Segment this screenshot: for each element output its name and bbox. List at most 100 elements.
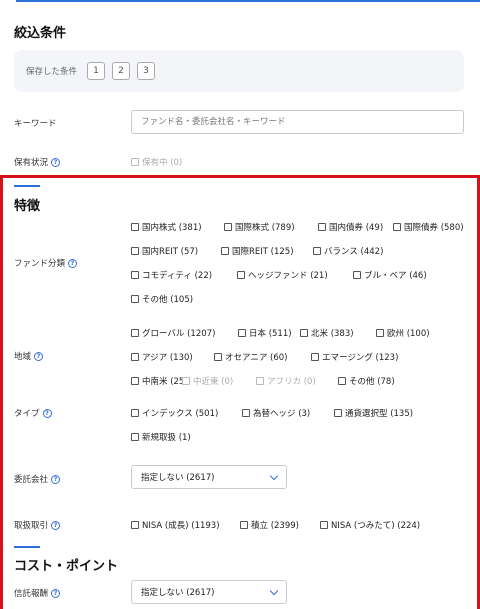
trust-fee-select-value: 指定しない (2617)	[141, 588, 215, 598]
fund-category-checkbox-bull-bear[interactable]: ブル・ベア (46)	[353, 269, 427, 281]
checkbox-box[interactable]	[318, 223, 326, 231]
region-checkbox-japan[interactable]: 日本 (511)	[238, 327, 292, 339]
checkbox-label: コモディティ (22)	[142, 271, 213, 281]
trading-checkbox-nisa-tsumitate[interactable]: NISA (つみたて) (224)	[320, 519, 420, 531]
checkbox-label: 国際株式 (789)	[235, 223, 295, 233]
saved-slot-3-button[interactable]: 3	[137, 62, 155, 80]
checkbox-box[interactable]	[131, 353, 139, 361]
checkbox-label: 国際債券 (580)	[404, 223, 464, 233]
holding-status-label: 保有状況 ?	[14, 156, 61, 168]
region-checkbox-asia[interactable]: アジア (130)	[131, 351, 193, 363]
help-icon[interactable]: ?	[34, 351, 44, 361]
checkbox-box[interactable]	[320, 521, 328, 529]
company-label-text: 委託会社	[14, 475, 49, 485]
checkbox-box[interactable]	[131, 521, 139, 529]
fund-category-checkbox-intl-reit[interactable]: 国際REIT (125)	[221, 245, 294, 257]
checkbox-box[interactable]	[131, 433, 139, 441]
type-checkbox-index[interactable]: インデックス (501)	[131, 407, 218, 419]
fund-category-label-text: ファンド分類	[14, 259, 66, 269]
checkbox-box[interactable]	[131, 409, 139, 417]
checkbox-box[interactable]	[240, 521, 248, 529]
fund-category-checkbox-intl-stock[interactable]: 国際株式 (789)	[224, 221, 295, 233]
region-checkbox-north-america[interactable]: 北米 (383)	[300, 327, 354, 339]
trading-checkbox-accumulation[interactable]: 積立 (2399)	[240, 519, 299, 531]
checkbox-box[interactable]	[238, 329, 246, 337]
region-checkbox-emerging[interactable]: エマージング (123)	[311, 351, 398, 363]
holding-checkbox[interactable]: 保有中 (0)	[131, 156, 182, 168]
checkbox-box[interactable]	[131, 377, 139, 385]
checkbox-label: その他 (78)	[349, 377, 395, 387]
help-icon[interactable]: ?	[42, 408, 52, 418]
type-checkbox-currency-select[interactable]: 通貨選択型 (135)	[334, 407, 413, 419]
checkbox-box[interactable]	[224, 223, 232, 231]
checkbox-label: 国内債券 (49)	[329, 223, 384, 233]
checkbox-box[interactable]	[131, 329, 139, 337]
saved-slot-2-button[interactable]: 2	[112, 62, 130, 80]
checkbox-box[interactable]	[182, 377, 190, 385]
region-checkbox-global[interactable]: グローバル (1207)	[131, 327, 215, 339]
checkbox-box[interactable]	[338, 377, 346, 385]
checkbox-box[interactable]	[376, 329, 384, 337]
company-label: 委託会社 ?	[14, 473, 61, 485]
fund-category-label: ファンド分類 ?	[14, 257, 78, 269]
checkbox-label: 中近東 (0)	[193, 377, 234, 387]
checkbox-box[interactable]	[131, 271, 139, 279]
fund-category-checkbox-other[interactable]: その他 (105)	[131, 293, 193, 305]
keyword-label: キーワード	[14, 117, 57, 129]
checkbox-box[interactable]	[256, 377, 264, 385]
trust-fee-label: 信託報酬 ?	[14, 587, 61, 599]
type-checkbox-currency-hedge[interactable]: 為替ヘッジ (3)	[242, 407, 310, 419]
region-checkbox-europe[interactable]: 欧州 (100)	[376, 327, 430, 339]
checkbox-box[interactable]	[393, 223, 401, 231]
checkbox-box[interactable]	[311, 353, 319, 361]
chevron-down-icon	[269, 586, 279, 595]
trading-checkbox-nisa-growth[interactable]: NISA (成長) (1193)	[131, 519, 220, 531]
fund-category-checkbox-commodity[interactable]: コモディティ (22)	[131, 269, 212, 281]
type-label: タイプ ?	[14, 407, 52, 419]
checkbox-box[interactable]	[353, 271, 361, 279]
help-icon[interactable]: ?	[51, 157, 61, 167]
saved-conditions-label: 保存した条件	[26, 67, 78, 77]
fund-category-checkbox-domestic-stock[interactable]: 国内株式 (381)	[131, 221, 202, 233]
fund-category-checkbox-domestic-reit[interactable]: 国内REIT (57)	[131, 245, 198, 257]
keyword-label-text: キーワード	[14, 119, 57, 129]
checkbox-box[interactable]	[237, 271, 245, 279]
checkbox-label: 国内REIT (57)	[142, 247, 199, 257]
checkbox-box[interactable]	[334, 409, 342, 417]
checkbox-label: 新規取扱 (1)	[142, 433, 191, 443]
region-checkbox-africa[interactable]: アフリカ (0)	[256, 375, 316, 387]
checkbox-box[interactable]	[131, 223, 139, 231]
region-checkbox-other[interactable]: その他 (78)	[338, 375, 395, 387]
checkbox-box[interactable]	[242, 409, 250, 417]
company-select[interactable]: 指定しない (2617)	[131, 465, 287, 489]
fund-category-checkbox-balance[interactable]: バランス (442)	[313, 245, 383, 257]
checkbox-label: アフリカ (0)	[267, 377, 316, 387]
region-checkbox-middle-east[interactable]: 中近東 (0)	[182, 375, 233, 387]
checkbox-label: アジア (130)	[142, 353, 193, 363]
checkbox-label: 中南米 (25)	[142, 377, 188, 387]
fund-category-checkbox-hedge-fund[interactable]: ヘッジファンド (21)	[237, 269, 328, 281]
help-icon[interactable]: ?	[51, 474, 61, 484]
help-icon[interactable]: ?	[68, 258, 78, 268]
fund-category-checkbox-intl-bond[interactable]: 国際債券 (580)	[393, 221, 464, 233]
checkbox-box[interactable]	[214, 353, 222, 361]
trust-fee-select[interactable]: 指定しない (2617)	[131, 580, 287, 604]
checkbox-label: 為替ヘッジ (3)	[253, 409, 311, 419]
checkbox-box[interactable]	[131, 295, 139, 303]
region-checkbox-oceania[interactable]: オセアニア (60)	[214, 351, 287, 363]
company-select-value: 指定しない (2617)	[141, 473, 215, 483]
checkbox-box[interactable]	[131, 247, 139, 255]
region-checkbox-latin-america[interactable]: 中南米 (25)	[131, 375, 188, 387]
fund-category-checkbox-domestic-bond[interactable]: 国内債券 (49)	[318, 221, 383, 233]
keyword-search-input[interactable]	[131, 110, 464, 134]
help-icon[interactable]: ?	[51, 520, 61, 530]
checkbox-box[interactable]	[300, 329, 308, 337]
checkbox-label: 積立 (2399)	[251, 521, 299, 531]
saved-slot-1-button[interactable]: 1	[87, 62, 105, 80]
help-icon[interactable]: ?	[51, 588, 61, 598]
checkbox-box[interactable]	[131, 158, 139, 166]
type-checkbox-new[interactable]: 新規取扱 (1)	[131, 431, 191, 443]
checkbox-label: オセアニア (60)	[225, 353, 288, 363]
checkbox-box[interactable]	[313, 247, 321, 255]
checkbox-box[interactable]	[221, 247, 229, 255]
